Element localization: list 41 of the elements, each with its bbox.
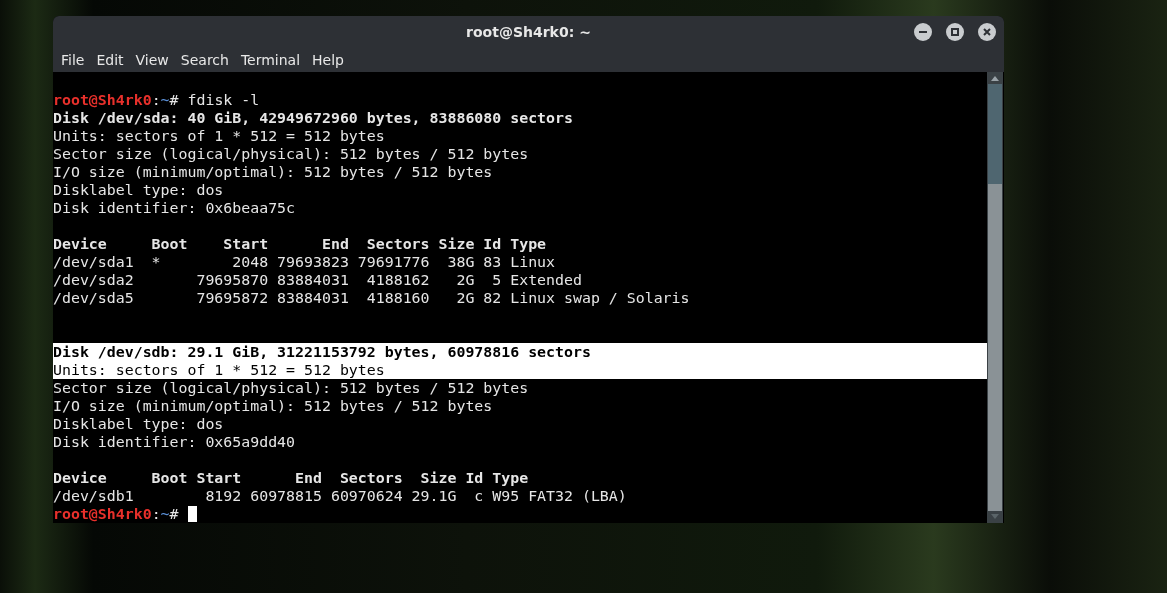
prompt-separator: :	[151, 91, 161, 109]
menu-item[interactable]: File	[55, 52, 91, 68]
prompt-user: root@Sh4rk0	[53, 91, 152, 109]
prompt-symbol: #	[169, 91, 179, 109]
prompt-path: ~	[160, 505, 170, 523]
close-icon	[983, 28, 991, 36]
terminal-output-line: Disk identifier: 0x6beaa75c	[53, 199, 297, 217]
menu-item[interactable]: Edit	[90, 52, 130, 68]
prompt-symbol: #	[169, 505, 179, 523]
scrollbar[interactable]	[987, 72, 1003, 523]
minimize-button[interactable]	[914, 23, 932, 41]
terminal-output-line: /dev/sda1 * 2048 79693823 79691776 38G 83 Linux	[53, 253, 557, 271]
menu-item[interactable]: Help	[306, 52, 350, 68]
terminal-output-line: Disk identifier: 0x65a9dd40	[53, 433, 297, 451]
terminal-output-line: Sector size (logical/physical): 512 bytes / 512 bytes	[53, 145, 530, 163]
minimize-icon	[919, 31, 927, 33]
terminal-output-line: Device Boot Start End Sectors Size Id Type	[53, 235, 548, 253]
terminal-output-line: /dev/sda5 79695872 83884031 4188160 2G 82 Linux swap / Solaris	[53, 289, 691, 307]
menu-item[interactable]: Terminal	[234, 52, 307, 68]
terminal-output-line: I/O size (minimum/optimal): 512 bytes / 512 bytes	[53, 397, 494, 415]
scroll-up-icon[interactable]	[991, 76, 999, 81]
menu-item[interactable]: View	[129, 52, 175, 68]
prompt-path: ~	[160, 91, 170, 109]
maximize-icon	[951, 28, 959, 36]
maximize-button[interactable]	[946, 23, 964, 41]
terminal-output-line: Disklabel type: dos	[53, 415, 225, 433]
terminal-output-line: I/O size (minimum/optimal): 512 bytes / 512 bytes	[53, 163, 494, 181]
terminal-output-line: Units: sectors of 1 * 512 = 512 bytes	[53, 127, 386, 145]
prompt-separator: :	[151, 505, 161, 523]
terminal-output-line: Disk /dev/sda: 40 GiB, 42949672960 bytes, 83886080 sectors	[53, 109, 574, 127]
menu-item[interactable]: Search	[174, 52, 235, 68]
terminal-output-line: Device Boot Start End Sectors Size Id Type	[53, 469, 530, 487]
terminal-output-line: Sector size (logical/physical): 512 bytes / 512 bytes	[53, 379, 530, 397]
terminal-output-line: /dev/sdb1 8192 60978815 60970624 29.1G c W95 FAT32 (LBA)	[53, 487, 628, 505]
prompt-user: root@Sh4rk0	[53, 505, 152, 523]
close-button[interactable]	[978, 23, 996, 41]
scrollbar-thumb[interactable]	[988, 184, 1002, 511]
command-text: fdisk -l	[186, 91, 260, 109]
window-title: root@Sh4rk0: ~	[466, 24, 591, 40]
terminal-output-line: /dev/sda2 79695870 83884031 4188162 2G 5 Extended	[53, 271, 583, 289]
terminal-output-line: Disklabel type: dos	[53, 181, 225, 199]
